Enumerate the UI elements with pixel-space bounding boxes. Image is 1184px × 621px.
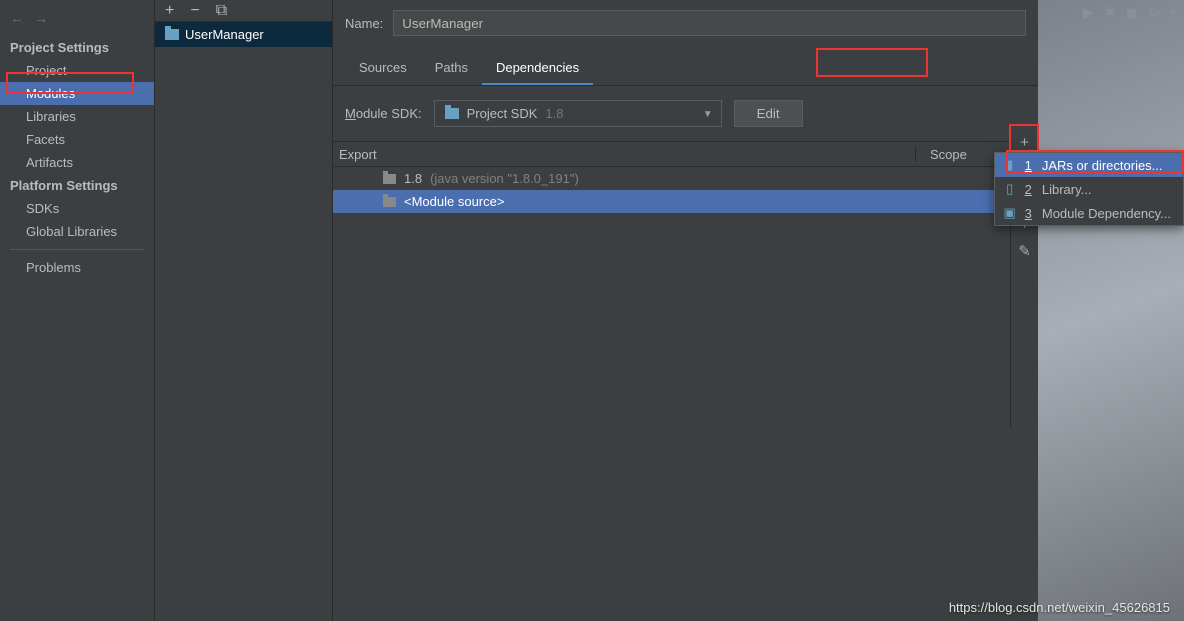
popup-item-label: Library...	[1042, 182, 1092, 197]
sidebar-item-artifacts[interactable]: Artifacts	[0, 151, 154, 174]
edit-sdk-button[interactable]: Edit	[734, 100, 803, 127]
sidebar-item-global-libraries[interactable]: Global Libraries	[0, 220, 154, 243]
sidebar-item-sdks[interactable]: SDKs	[0, 197, 154, 220]
module-dep-icon: ▣	[1003, 205, 1017, 221]
popup-item-jars[interactable]: ▮ 1 JARs or directories...	[995, 153, 1183, 177]
column-header-export[interactable]: Export	[333, 147, 915, 162]
module-editor-panel: Name: Sources Paths Dependencies Module …	[333, 0, 1038, 621]
copy-module-icon[interactable]: ⧉	[216, 2, 227, 20]
dependency-name: <Module source>	[404, 194, 504, 209]
sidebar-item-problems[interactable]: Problems	[0, 256, 154, 279]
sidebar-item-modules[interactable]: Modules	[0, 82, 154, 105]
project-settings-heading: Project Settings	[0, 36, 154, 59]
sdk-folder-icon	[445, 108, 459, 119]
popup-item-module-dependency[interactable]: ▣ 3 Module Dependency...	[995, 201, 1183, 225]
add-module-icon[interactable]: +	[165, 2, 174, 20]
module-tree-panel: + − ⧉ UserManager	[155, 0, 333, 621]
dependency-detail: (java version "1.8.0_191")	[430, 171, 579, 186]
tab-dependencies[interactable]: Dependencies	[482, 54, 593, 85]
background-window: ▶ ✱ ◼ ↻ ▾	[1038, 0, 1184, 621]
add-dependency-popup: ▮ 1 JARs or directories... ▯ 2 Library..…	[994, 152, 1184, 226]
module-tree-item[interactable]: UserManager	[155, 22, 332, 47]
tab-sources[interactable]: Sources	[345, 54, 421, 85]
popup-item-label: JARs or directories...	[1042, 158, 1163, 173]
chevron-down-icon: ▼	[703, 109, 713, 120]
remove-module-icon[interactable]: −	[190, 2, 199, 20]
tab-paths[interactable]: Paths	[421, 54, 482, 85]
edit-dependency-icon[interactable]: ✎	[1018, 242, 1031, 260]
popup-item-library[interactable]: ▯ 2 Library...	[995, 177, 1183, 201]
jdk-folder-icon	[383, 174, 396, 184]
module-tree-label: UserManager	[185, 27, 264, 42]
watermark-text: https://blog.csdn.net/weixin_45626815	[949, 600, 1170, 615]
column-header-scope[interactable]: Scope	[915, 147, 995, 162]
module-folder-icon	[165, 29, 179, 40]
debug-icon[interactable]: ✱	[1104, 4, 1116, 21]
nav-forward-icon[interactable]: →	[34, 10, 48, 26]
popup-item-label: Module Dependency...	[1042, 206, 1171, 221]
nav-back-icon[interactable]: ←	[10, 10, 24, 26]
module-sdk-select[interactable]: Project SDK 1.8 ▼	[434, 100, 722, 127]
module-name-input[interactable]	[393, 10, 1026, 36]
module-sdk-label: Module SDK:	[345, 106, 422, 121]
sync-icon[interactable]: ↻	[1147, 4, 1159, 21]
chevron-down-icon[interactable]: ▾	[1169, 4, 1176, 21]
sidebar-item-project[interactable]: Project	[0, 59, 154, 82]
dependency-name: 1.8	[404, 171, 422, 186]
run-icon[interactable]: ▶	[1083, 4, 1094, 21]
module-name-label: Name:	[345, 16, 383, 31]
library-icon: ▯	[1003, 181, 1017, 197]
dependency-row[interactable]: 1.8 (java version "1.8.0_191")	[333, 167, 1038, 190]
stop-icon[interactable]: ◼	[1126, 4, 1138, 21]
add-dependency-icon[interactable]: +	[1020, 134, 1029, 151]
sdk-select-version: 1.8	[545, 106, 563, 121]
sidebar-item-facets[interactable]: Facets	[0, 128, 154, 151]
dependencies-table: Export Scope 1.8 (java version "1.8.0_19…	[333, 141, 1038, 213]
module-source-folder-icon	[383, 197, 396, 207]
settings-sidebar: ← → Project Settings Project Modules Lib…	[0, 0, 155, 621]
dependency-row[interactable]: <Module source>	[333, 190, 1038, 213]
sdk-select-value: Project SDK	[467, 106, 538, 121]
jar-icon: ▮	[1003, 157, 1017, 173]
platform-settings-heading: Platform Settings	[0, 174, 154, 197]
sidebar-item-libraries[interactable]: Libraries	[0, 105, 154, 128]
